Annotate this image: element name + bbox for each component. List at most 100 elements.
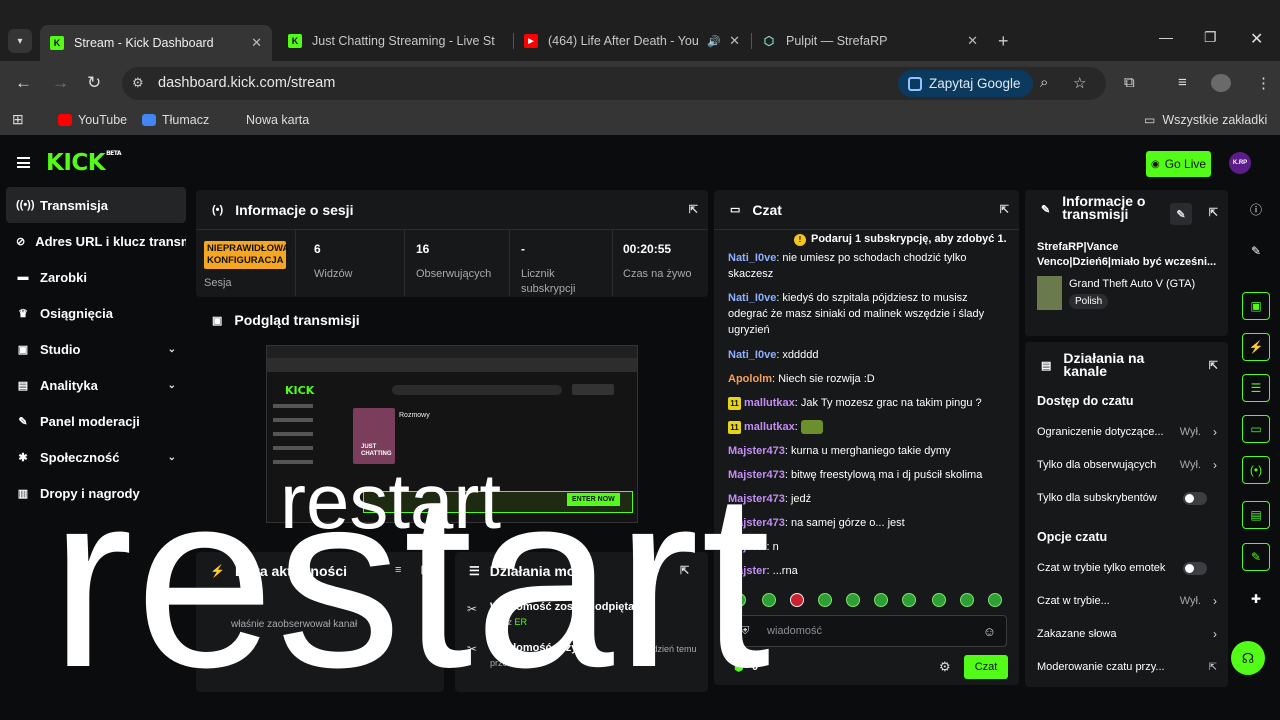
popout-icon[interactable]: ⇱ [680,564,689,577]
sidebar-item-drops[interactable]: ▥ Dropy i nagrody [6,475,186,511]
pinned-gift-banner[interactable]: ! Podaruj 1 subskrypcję, aby zdobyć 1. [794,233,1007,246]
emote-icon[interactable] [932,593,946,607]
emote-icon[interactable] [960,593,974,607]
tab-youtube[interactable]: ▶ (464) Life After Death - YouT 🔊 ✕ [514,25,750,57]
sidebar-item-achievements[interactable]: ♛ Osiągnięcia [6,295,186,331]
popout-icon[interactable]: ⇱ [1000,203,1009,216]
shield-icon[interactable]: ⛨ [741,625,749,638]
new-tab-button[interactable]: + [998,31,1009,52]
reload-icon[interactable]: ↻ [87,73,101,93]
url-text[interactable]: dashboard.kick.com/stream [158,75,335,91]
go-live-button[interactable]: ◉ Go Live [1146,151,1211,177]
address-bar[interactable]: ⚙ dashboard.kick.com/stream Zapytaj Goog… [122,67,1106,100]
back-icon[interactable]: ← [15,73,32,93]
list-toggle-icon[interactable]: ☰ [1242,374,1270,402]
tab-kick-dashboard[interactable]: K Stream - Kick Dashboard ✕ [40,25,272,61]
chat-username[interactable]: Majster [728,565,767,577]
banned-words-row[interactable]: Zakazane słowa › [1037,624,1219,644]
emote-icon[interactable] [902,593,916,607]
lightning-toggle-icon[interactable]: ⚡ [1242,333,1270,361]
chat-username[interactable]: Majster473 [728,517,785,529]
chat-mode-row[interactable]: Czat w trybie... Wył. › [1037,591,1219,611]
bookmark-star-icon[interactable]: ☆ [1073,74,1086,92]
sidebar-item-community[interactable]: ✱ Społeczność ⌄ [6,439,186,475]
forward-icon[interactable]: → [52,73,69,93]
bookmark-youtube[interactable]: YouTube [58,113,127,127]
support-chat-icon[interactable]: ☊ [1231,641,1265,675]
restore-icon[interactable]: ❐ [1204,29,1217,46]
site-settings-icon[interactable]: ⚙ [132,75,144,91]
emote-icon[interactable] [818,593,832,607]
zoom-search-icon[interactable]: ⌕ [1040,74,1048,91]
emote-icon[interactable] [846,593,860,607]
bookmark-translate[interactable]: Tłumacz [142,113,209,127]
tab-strefarp[interactable]: ⬡ Pulpit — StrefaRP ✕ [752,25,988,57]
chat-moderation-row[interactable]: Moderowanie czatu przy... ⇱ [1037,657,1219,677]
chat-username[interactable]: mallutkax [744,397,795,409]
chat-username[interactable]: Majster [728,541,767,553]
chat-username[interactable]: Nati_I0ve [728,349,776,361]
chat-username[interactable]: Apololm [728,373,772,385]
subscribers-only-toggle[interactable] [1183,491,1207,505]
emote-only-toggle[interactable] [1183,561,1207,575]
chat-username[interactable]: mallutkax [744,421,795,433]
emote-icon[interactable] [732,593,746,607]
minimize-icon[interactable]: — [1159,29,1173,45]
sidebar-item-earnings[interactable]: ▬ Zarobki [6,259,186,295]
popout-icon[interactable]: ⇱ [421,564,430,577]
filter-icon[interactable]: ≡ [653,564,659,576]
ask-google-button[interactable]: Zapytaj Google [898,70,1033,97]
popout-icon[interactable]: ⇱ [1209,206,1218,219]
hamburger-menu-icon[interactable] [17,157,30,168]
sidebar-item-moderation[interactable]: ✎ Panel moderacji [6,403,186,439]
popout-icon[interactable]: ⇱ [689,203,698,216]
category-name[interactable]: Grand Theft Auto V (GTA) [1069,278,1195,290]
popout-icon[interactable]: ⇱ [1209,359,1218,372]
sidebar-item-transmisja[interactable]: ((•)) Transmisja [6,187,186,223]
profile-avatar[interactable] [1211,74,1231,92]
chat-settings-icon[interactable]: ⚙ [939,659,951,675]
send-chat-button[interactable]: Czat [964,655,1008,679]
apps-grid-icon[interactable]: ⊞ [12,111,24,128]
media-controls-icon[interactable]: ≡ [1178,74,1187,91]
points-icon[interactable]: ⬢ [734,661,744,674]
channel-toggle-icon[interactable]: ▤ [1242,501,1270,529]
tab-search-button[interactable]: ▾ [8,29,32,53]
close-tab-icon[interactable]: ✕ [251,35,262,51]
chat-username[interactable]: Majster473 [728,493,785,505]
chat-username[interactable]: Majster473 [728,445,785,457]
preview-toggle-icon[interactable]: ▣ [1242,292,1270,320]
user-avatar[interactable]: K.RP [1229,152,1251,174]
add-widget-icon[interactable]: ✚ [1242,585,1270,613]
tab-just-chatting[interactable]: K Just Chatting Streaming - Live St [278,25,510,57]
sidebar-item-studio[interactable]: ▣ Studio ⌄ [6,331,186,367]
edit-pencil-icon[interactable]: ✎ [1170,203,1192,225]
wrench-toggle-icon[interactable]: ✎ [1242,543,1270,571]
menu-kebab-icon[interactable]: ⋮ [1256,74,1271,92]
pencil-icon[interactable]: ✎ [1242,237,1270,265]
emoji-picker-icon[interactable]: ☺ [983,624,996,639]
close-tab-icon[interactable]: ✕ [967,33,978,49]
filter-icon[interactable]: ≡ [395,564,401,576]
bookmark-new-tab[interactable]: Nowa karta [246,113,309,127]
sidebar-item-stream-url[interactable]: ⊘ Adres URL i klucz transmisji [6,223,186,259]
emote-icon[interactable] [762,593,776,607]
emote-icon[interactable] [874,593,888,607]
followers-only-row[interactable]: Tylko dla obserwujących Wył. › [1037,455,1219,475]
audio-playing-icon[interactable]: 🔊 [707,35,721,48]
emote-icon[interactable] [988,593,1002,607]
extensions-icon[interactable]: ⧉ [1124,74,1135,91]
stream-preview-video[interactable]: KICK JUST CHATTING Rozmowy ENTER NOW [266,345,638,523]
restriction-row[interactable]: Ograniczenie dotyczące... Wył. › [1037,422,1219,442]
chat-username[interactable]: Nati_I0ve [728,252,776,264]
emote-icon[interactable] [790,593,804,607]
chat-username[interactable]: Nati_I0ve [728,292,776,304]
chat-input[interactable]: ⛨ wiadomość ☺ [730,615,1007,647]
info-icon[interactable]: ⓘ [1242,195,1270,223]
close-tab-icon[interactable]: ✕ [729,33,740,49]
broadcast-toggle-icon[interactable]: (•) [1242,456,1270,484]
kick-logo[interactable]: KICKBETA [46,150,122,176]
all-bookmarks[interactable]: ▭ Wszystkie zakładki [1144,113,1267,127]
close-window-icon[interactable]: ✕ [1250,29,1263,49]
chat-username[interactable]: Majster473 [728,469,785,481]
